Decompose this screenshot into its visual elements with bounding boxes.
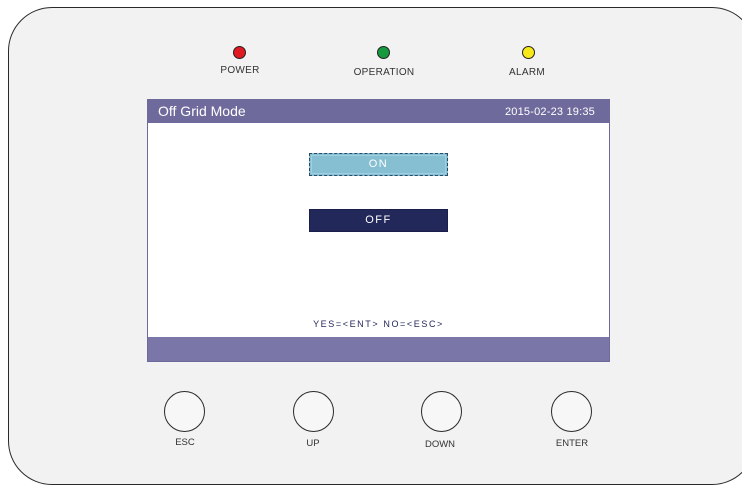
option-on[interactable]: ON — [309, 153, 448, 176]
up-button[interactable] — [293, 391, 334, 432]
screen-footer-bar — [148, 337, 609, 361]
operation-led-icon — [377, 46, 390, 59]
down-button[interactable] — [421, 391, 462, 432]
power-led-label: POWER — [220, 65, 260, 76]
up-button-label: UP — [306, 438, 320, 449]
power-led-icon — [233, 46, 246, 59]
alarm-led-icon — [522, 46, 535, 59]
enter-button-label: ENTER — [555, 438, 589, 449]
esc-button-label: ESC — [175, 437, 195, 448]
screen-datetime: 2015-02-23 19:35 — [504, 106, 595, 118]
down-button-label: DOWN — [424, 439, 456, 450]
lcd-screen: Off Grid Mode 2015-02-23 19:35 ON OFF YE… — [147, 99, 610, 362]
option-off[interactable]: OFF — [309, 209, 448, 232]
esc-button[interactable] — [164, 391, 205, 432]
enter-button[interactable] — [551, 391, 592, 432]
alarm-led-label: ALARM — [509, 67, 545, 78]
screen-header: Off Grid Mode 2015-02-23 19:35 — [148, 100, 609, 123]
operation-led-label: OPERATION — [353, 67, 415, 78]
screen-title: Off Grid Mode — [158, 103, 246, 119]
confirm-hint: YES=<ENT> NO=<ESC> — [313, 319, 444, 329]
